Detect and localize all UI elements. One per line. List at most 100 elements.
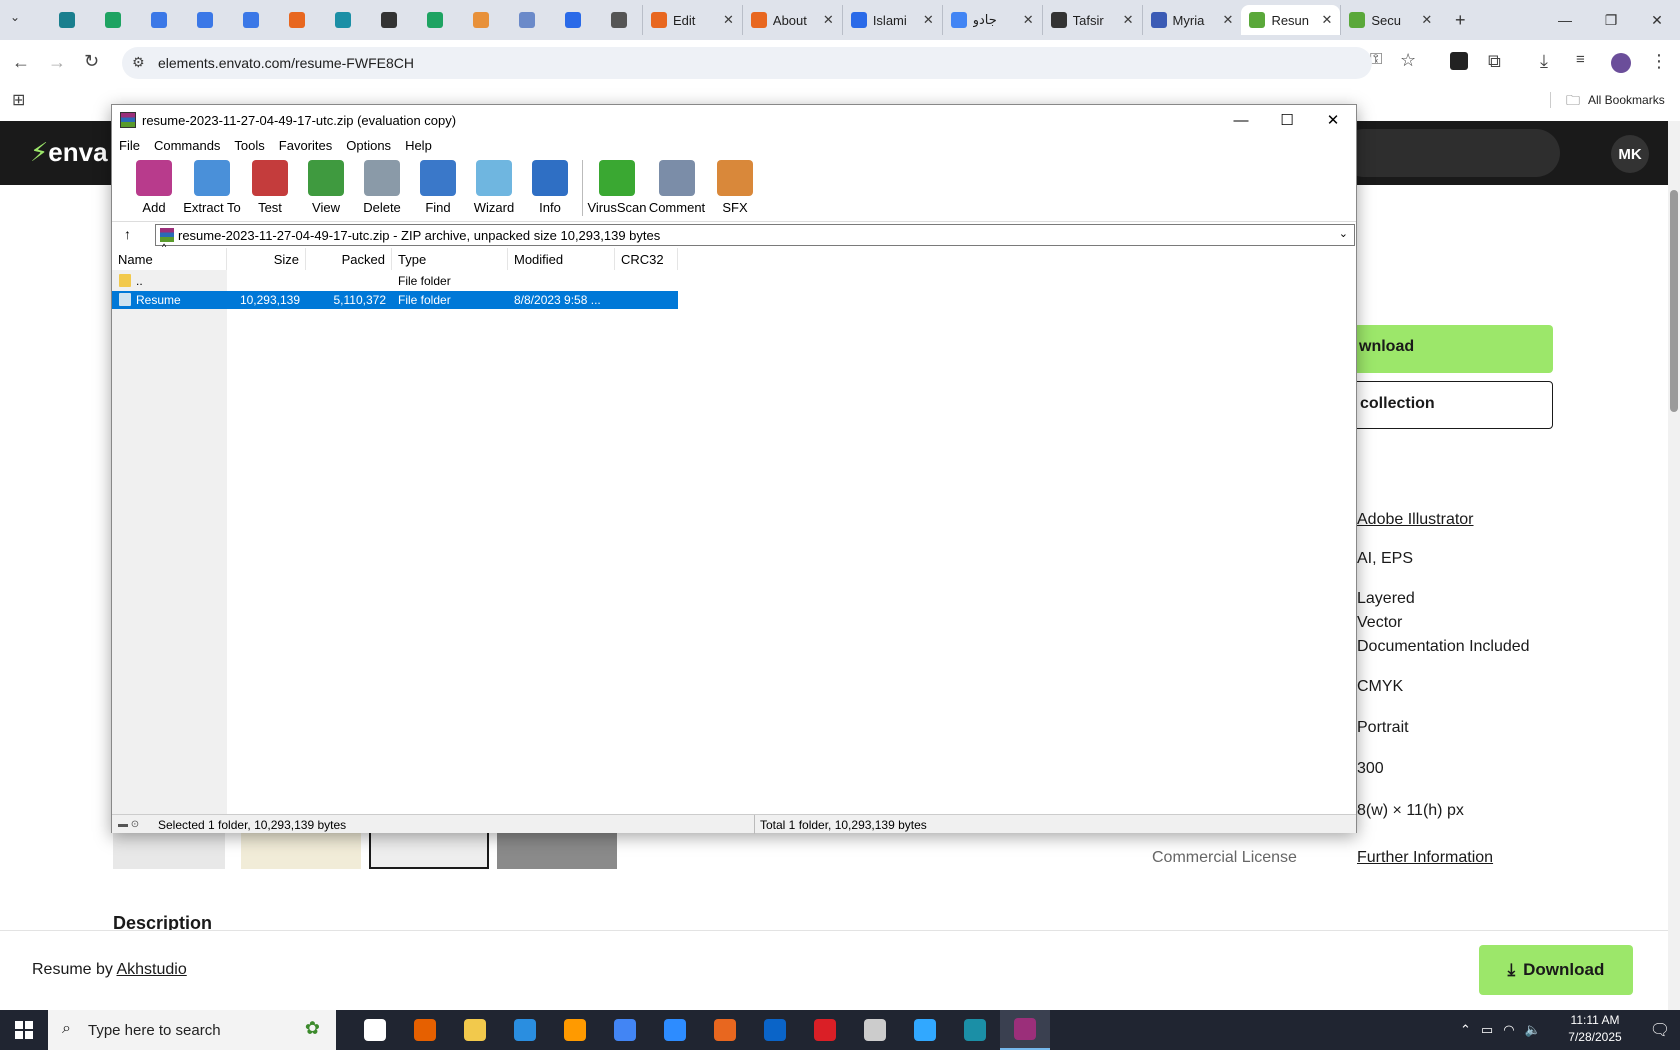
winrar-title-bar[interactable]: resume-2023-11-27-04-49-17-utc.zip (eval… [112, 105, 1356, 135]
page-scrollbar-thumb[interactable] [1670, 190, 1678, 412]
up-folder-icon[interactable]: ↑ [124, 226, 131, 242]
close-tab-icon[interactable]: ✕ [1223, 12, 1234, 28]
toolbar-test-button[interactable]: Test [242, 156, 298, 222]
attribute-link[interactable]: Adobe Illustrator [1357, 508, 1474, 532]
column-header-size[interactable]: Size [227, 248, 306, 270]
toolbar-info-button[interactable]: Info [522, 156, 578, 222]
menu-favorites[interactable]: Favorites [279, 138, 332, 153]
file-row-selected[interactable]: Resume 10,293,139 5,110,372 File folder 8/8/… [112, 291, 678, 309]
column-header-modified[interactable]: Modified [508, 248, 615, 270]
archive-path-box[interactable]: resume-2023-11-27-04-49-17-utc.zip - ZIP… [155, 224, 1355, 246]
close-tab-icon[interactable]: ✕ [1321, 12, 1332, 28]
media-control-icon[interactable]: ≡ [1576, 51, 1585, 68]
taskbar-app[interactable] [700, 1010, 750, 1050]
menu-help[interactable]: Help [405, 138, 432, 153]
forward-icon[interactable]: → [48, 52, 66, 73]
close-tab-icon[interactable]: ✕ [723, 12, 734, 28]
pinned-tab[interactable] [320, 5, 366, 35]
minimize-icon[interactable]: — [1218, 105, 1264, 135]
taskbar-app[interactable] [550, 1010, 600, 1050]
new-tab-button[interactable]: + [1440, 10, 1480, 31]
taskbar-search[interactable]: ⌕ Type here to search ✿ [48, 1010, 336, 1050]
menu-commands[interactable]: Commands [154, 138, 220, 153]
tab[interactable]: Tafsir ✕ [1041, 5, 1142, 35]
taskbar-app[interactable] [350, 1010, 400, 1050]
pinned-tab[interactable] [366, 5, 412, 35]
tab[interactable]: Edit ✕ [642, 5, 742, 35]
network-icon[interactable]: ▭ [1481, 1022, 1493, 1038]
profile-avatar-icon[interactable] [1611, 53, 1631, 73]
pinned-tab[interactable] [550, 5, 596, 35]
toolbar-sfx-button[interactable]: SFX [707, 156, 763, 222]
pinned-tab[interactable] [44, 5, 90, 35]
site-info-icon[interactable]: ⚙ [132, 54, 145, 71]
column-header-crc32[interactable]: CRC32 [615, 248, 678, 270]
pinned-tab[interactable] [596, 5, 642, 35]
tab-search-chevron-icon[interactable]: ⌄ [10, 10, 20, 24]
pinned-tab[interactable] [228, 5, 274, 35]
tab[interactable]: Myria ✕ [1141, 5, 1242, 35]
taskbar-app[interactable] [600, 1010, 650, 1050]
envato-logo[interactable]: ⚡enva [30, 137, 108, 168]
envato-search-bar[interactable] [1340, 129, 1560, 177]
preview-thumbnail[interactable] [241, 830, 361, 869]
minimize-icon[interactable]: — [1542, 0, 1588, 40]
pinned-tab[interactable] [412, 5, 458, 35]
extension-icon[interactable] [1450, 52, 1468, 70]
pinned-tab[interactable] [458, 5, 504, 35]
taskbar-app[interactable] [1000, 1010, 1050, 1050]
restore-icon[interactable]: ❐ [1588, 0, 1634, 40]
tab-active[interactable]: Resun ✕ [1241, 5, 1341, 35]
column-header-type[interactable]: Type [392, 248, 508, 270]
pinned-tab[interactable] [136, 5, 182, 35]
apps-grid-icon[interactable]: ⊞ [12, 90, 25, 110]
download-icon[interactable]: ⤓ [1540, 51, 1548, 72]
toolbar-delete-button[interactable]: Delete [354, 156, 410, 222]
tray-chevron-icon[interactable]: ⌃ [1460, 1022, 1471, 1038]
file-row[interactable]: .. File folder [112, 272, 678, 290]
bookmark-star-icon[interactable]: ☆ [1400, 50, 1416, 71]
column-header-name[interactable]: Name [112, 248, 227, 270]
pinned-tab[interactable] [182, 5, 228, 35]
back-icon[interactable]: ← [12, 52, 30, 73]
close-tab-icon[interactable]: ✕ [1123, 12, 1134, 28]
toolbar-extract-to-button[interactable]: Extract To [182, 156, 242, 222]
further-information-link[interactable]: Further Information [1357, 846, 1493, 870]
notification-icon[interactable]: 🗨 [1640, 1010, 1680, 1050]
close-tab-icon[interactable]: ✕ [1023, 12, 1034, 28]
wifi-icon[interactable]: ◠ [1503, 1022, 1514, 1038]
address-bar[interactable]: ⚙ elements.envato.com/resume-FWFE8CH [122, 47, 1372, 79]
close-icon[interactable]: ✕ [1310, 105, 1356, 135]
author-link[interactable]: Akhstudio [116, 961, 186, 978]
preview-thumbnail[interactable] [113, 830, 225, 869]
taskbar-app[interactable] [500, 1010, 550, 1050]
preview-thumbnail[interactable] [497, 830, 617, 869]
menu-options[interactable]: Options [346, 138, 391, 153]
pinned-tab[interactable] [274, 5, 320, 35]
column-header-packed[interactable]: Packed [306, 248, 392, 270]
user-avatar[interactable]: MK [1611, 135, 1649, 173]
taskbar-app[interactable] [900, 1010, 950, 1050]
close-tab-icon[interactable]: ✕ [1421, 12, 1432, 28]
close-tab-icon[interactable]: ✕ [923, 12, 934, 28]
taskbar-app[interactable] [950, 1010, 1000, 1050]
taskbar-clock[interactable]: 11:11 AM 7/28/2025 [1555, 1012, 1635, 1046]
menu-tools[interactable]: Tools [234, 138, 264, 153]
toolbar-add-button[interactable]: Add [126, 156, 182, 222]
tab[interactable]: جادو ✕ [941, 5, 1042, 35]
taskbar-app[interactable] [800, 1010, 850, 1050]
taskbar-app[interactable] [750, 1010, 800, 1050]
tab[interactable]: About ✕ [741, 5, 842, 35]
start-button[interactable] [0, 1010, 48, 1050]
toolbar-wizard-button[interactable]: Wizard [466, 156, 522, 222]
reload-icon[interactable]: ↻ [84, 51, 99, 72]
toolbar-view-button[interactable]: View [298, 156, 354, 222]
close-tab-icon[interactable]: ✕ [823, 12, 834, 28]
menu-file[interactable]: File [119, 138, 140, 153]
toolbar-virusscan-button[interactable]: VirusScan [587, 156, 647, 222]
all-bookmarks-link[interactable]: All Bookmarks [1588, 93, 1665, 107]
pinned-tab[interactable] [90, 5, 136, 35]
maximize-icon[interactable]: ☐ [1264, 105, 1310, 135]
taskbar-app[interactable] [850, 1010, 900, 1050]
sticky-download-button[interactable]: ⤓ Download [1479, 945, 1633, 995]
